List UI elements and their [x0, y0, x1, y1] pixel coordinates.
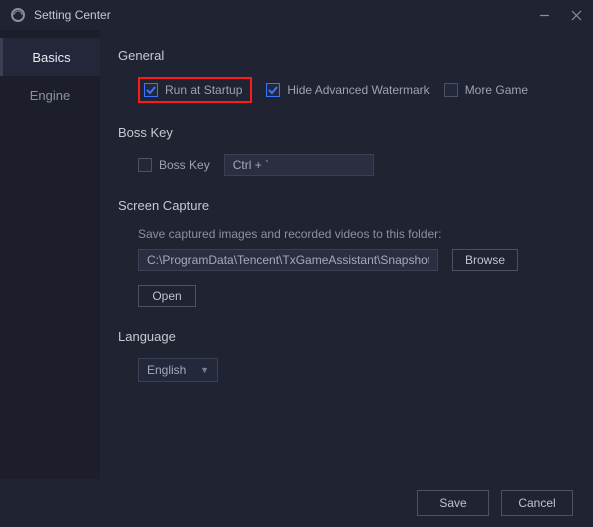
- checkbox-box-icon: [266, 83, 280, 97]
- screen-capture-desc: Save captured images and recorded videos…: [118, 227, 575, 241]
- footer: Save Cancel: [0, 479, 593, 527]
- checkbox-boss-key[interactable]: Boss Key: [138, 158, 210, 172]
- sidebar-item-basics[interactable]: Basics: [0, 38, 100, 76]
- section-title: Screen Capture: [118, 198, 575, 213]
- sidebar: Basics Engine: [0, 30, 100, 479]
- language-select[interactable]: English ▼: [138, 358, 218, 382]
- app-logo-icon: [10, 7, 26, 23]
- checkbox-box-icon: [444, 83, 458, 97]
- content-panel: General Run at Startup Hide Advanced Wat…: [100, 30, 593, 479]
- cancel-button[interactable]: Cancel: [501, 490, 573, 516]
- section-boss-key: Boss Key Boss Key: [118, 125, 575, 176]
- open-button[interactable]: Open: [138, 285, 196, 307]
- minimize-button[interactable]: [537, 8, 551, 22]
- hotkey-input[interactable]: [224, 154, 374, 176]
- checkbox-label: More Game: [465, 83, 528, 97]
- chevron-down-icon: ▼: [200, 365, 209, 375]
- checkbox-label: Boss Key: [159, 158, 210, 172]
- snapshot-path-input[interactable]: [138, 249, 438, 271]
- save-button[interactable]: Save: [417, 490, 489, 516]
- checkbox-box-icon: [144, 83, 158, 97]
- close-button[interactable]: [569, 8, 583, 22]
- section-title: Boss Key: [118, 125, 575, 140]
- checkbox-label: Run at Startup: [165, 83, 242, 97]
- checkbox-hide-watermark[interactable]: Hide Advanced Watermark: [266, 83, 429, 97]
- checkbox-run-at-startup[interactable]: Run at Startup: [144, 83, 242, 97]
- checkbox-label: Hide Advanced Watermark: [287, 83, 429, 97]
- titlebar: Setting Center: [0, 0, 593, 30]
- checkbox-box-icon: [138, 158, 152, 172]
- sidebar-item-label: Basics: [32, 50, 70, 65]
- sidebar-item-label: Engine: [30, 88, 70, 103]
- section-screen-capture: Screen Capture Save captured images and …: [118, 198, 575, 307]
- sidebar-item-engine[interactable]: Engine: [0, 76, 100, 114]
- highlight-run-at-startup: Run at Startup: [138, 77, 252, 103]
- section-title: General: [118, 48, 575, 63]
- language-selected: English: [147, 363, 186, 377]
- window-title: Setting Center: [34, 8, 111, 22]
- section-language: Language English ▼: [118, 329, 575, 382]
- section-general: General Run at Startup Hide Advanced Wat…: [118, 48, 575, 103]
- browse-button[interactable]: Browse: [452, 249, 518, 271]
- section-title: Language: [118, 329, 575, 344]
- checkbox-more-game[interactable]: More Game: [444, 83, 528, 97]
